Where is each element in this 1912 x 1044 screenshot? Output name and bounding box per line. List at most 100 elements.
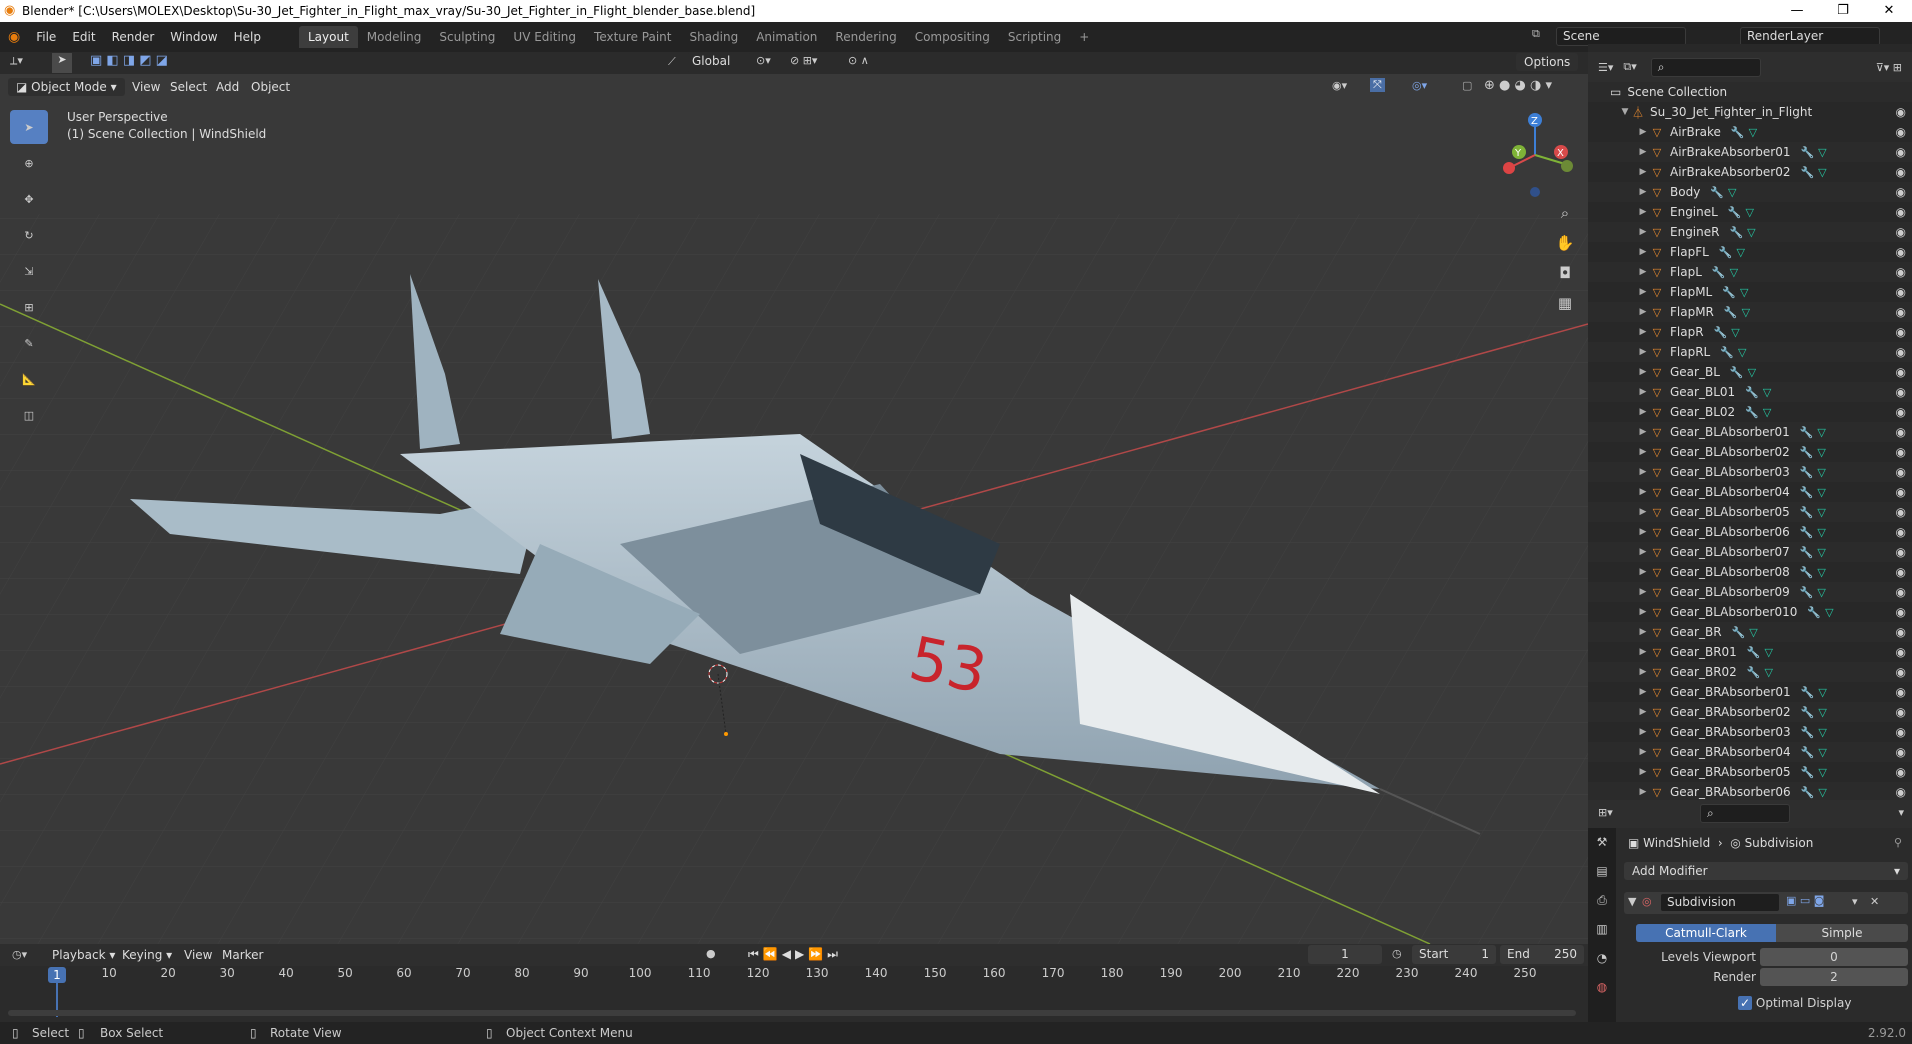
mesh-data-icon[interactable]: ▽ xyxy=(1825,606,1833,619)
expand-arrow-icon[interactable]: ▶ xyxy=(1636,307,1650,317)
modifier-wrench-icon[interactable]: 🔧 xyxy=(1801,706,1815,719)
outliner-item[interactable]: ▶ ▽ FlapR 🔧 ▽ ◉ xyxy=(1588,322,1912,342)
transform-tool-icon[interactable]: ⊞ xyxy=(10,290,48,324)
eye-icon[interactable]: ◉ xyxy=(1896,165,1906,179)
eye-icon[interactable]: ◉ xyxy=(1896,665,1906,679)
modifier-wrench-icon[interactable]: 🔧 xyxy=(1731,126,1745,139)
tool-select-icon[interactable]: ➤ xyxy=(52,53,72,73)
modifier-wrench-icon[interactable]: 🔧 xyxy=(1728,206,1742,219)
mesh-data-icon[interactable]: ▽ xyxy=(1731,326,1739,339)
mesh-data-icon[interactable]: ▽ xyxy=(1728,186,1736,199)
mesh-data-icon[interactable]: ▽ xyxy=(1749,626,1757,639)
mesh-data-icon[interactable]: ▽ xyxy=(1746,206,1754,219)
move-tool-icon[interactable]: ✥ xyxy=(10,182,48,216)
mesh-data-icon[interactable]: ▽ xyxy=(1738,346,1746,359)
filter-icon[interactable]: ⊽▾ ⊞ xyxy=(1876,61,1902,74)
options-dropdown[interactable]: Options xyxy=(1516,53,1579,71)
expand-arrow-icon[interactable]: ▶ xyxy=(1636,607,1650,617)
eye-icon[interactable]: ◉ xyxy=(1896,145,1906,159)
modifier-wrench-icon[interactable]: 🔧 xyxy=(1714,326,1728,339)
camera-view-icon[interactable]: ◘ xyxy=(1551,258,1579,288)
expand-arrow-icon[interactable]: ▶ xyxy=(1636,487,1650,497)
mesh-data-icon[interactable]: ▽ xyxy=(1817,566,1825,579)
modifier-name-field[interactable]: Subdivision xyxy=(1660,893,1780,912)
expand-arrow-icon[interactable]: ▶ xyxy=(1636,407,1650,417)
modifier-wrench-icon[interactable]: 🔧 xyxy=(1800,566,1814,579)
expand-arrow-icon[interactable]: ▶ xyxy=(1636,347,1650,357)
expand-arrow-icon[interactable]: ▶ xyxy=(1636,447,1650,457)
modifier-wrench-icon[interactable]: 🔧 xyxy=(1730,366,1744,379)
mesh-data-icon[interactable]: ▽ xyxy=(1730,266,1738,279)
expand-arrow-icon[interactable]: ▶ xyxy=(1636,527,1650,537)
modifier-visibility-icons[interactable]: ▣ ▭ ◙ xyxy=(1786,894,1824,907)
outliner-item[interactable]: ▶ ▽ Gear_BR01 🔧 ▽ ◉ xyxy=(1588,642,1912,662)
render-tab-icon[interactable]: ▤ xyxy=(1588,857,1616,886)
outliner-item[interactable]: ▶ ▽ Gear_BLAbsorber07 🔧 ▽ ◉ xyxy=(1588,542,1912,562)
outliner-collection-row[interactable]: ▼ ⏃ Su_30_Jet_Fighter_in_Flight ◉ xyxy=(1588,102,1912,122)
mesh-data-icon[interactable]: ▽ xyxy=(1818,766,1826,779)
eye-icon[interactable]: ◉ xyxy=(1896,485,1906,499)
render-levels-field[interactable]: 2 xyxy=(1760,968,1908,986)
outliner-item[interactable]: ▶ ▽ Gear_BLAbsorber02 🔧 ▽ ◉ xyxy=(1588,442,1912,462)
overlays-icon[interactable]: ◎▾ xyxy=(1412,79,1427,92)
expand-arrow-icon[interactable]: ▶ xyxy=(1636,147,1650,157)
expand-arrow-icon[interactable]: ▶ xyxy=(1636,227,1650,237)
eye-icon[interactable]: ◉ xyxy=(1896,645,1906,659)
maximize-button[interactable]: ❐ xyxy=(1820,0,1866,22)
eye-icon[interactable]: ◉ xyxy=(1896,265,1906,279)
modifier-wrench-icon[interactable]: 🔧 xyxy=(1800,466,1814,479)
eye-icon[interactable]: ◉ xyxy=(1896,605,1906,619)
modifier-wrench-icon[interactable]: 🔧 xyxy=(1800,526,1814,539)
modifier-wrench-icon[interactable]: 🔧 xyxy=(1801,726,1815,739)
mesh-data-icon[interactable]: ▽ xyxy=(1817,486,1825,499)
modifier-wrench-icon[interactable]: 🔧 xyxy=(1800,586,1814,599)
outliner-item[interactable]: ▶ ▽ Gear_BL02 🔧 ▽ ◉ xyxy=(1588,402,1912,422)
zoom-icon[interactable]: ⌕ xyxy=(1551,198,1579,228)
eye-icon[interactable]: ◉ xyxy=(1896,105,1906,119)
expand-arrow-icon[interactable]: ▶ xyxy=(1636,327,1650,337)
timeline-ruler[interactable]: 1 10 20 30 40 50 60 70 80 90 100 110 120 130 140 150 16… xyxy=(0,944,1588,1022)
modifier-wrench-icon[interactable]: 🔧 xyxy=(1724,306,1738,319)
mesh-data-icon[interactable]: ▽ xyxy=(1747,226,1755,239)
tab-texture-paint[interactable]: Texture Paint xyxy=(585,26,680,48)
eye-icon[interactable]: ◉ xyxy=(1896,205,1906,219)
eye-icon[interactable]: ◉ xyxy=(1896,705,1906,719)
mesh-data-icon[interactable]: ▽ xyxy=(1748,366,1756,379)
modifier-wrench-icon[interactable]: 🔧 xyxy=(1800,446,1814,459)
outliner-item[interactable]: ▶ ▽ Gear_BLAbsorber010 🔧 ▽ ◉ xyxy=(1588,602,1912,622)
scale-tool-icon[interactable]: ⇲ xyxy=(10,254,48,288)
mesh-data-icon[interactable]: ▽ xyxy=(1818,146,1826,159)
outliner-item[interactable]: ▶ ▽ Gear_BRAbsorber05 🔧 ▽ ◉ xyxy=(1588,762,1912,782)
simple-button[interactable]: Simple xyxy=(1776,924,1908,942)
outliner-item[interactable]: ▶ ▽ Body 🔧 ▽ ◉ xyxy=(1588,182,1912,202)
outliner-editor-icon[interactable]: ☰▾ xyxy=(1598,61,1613,74)
outliner-item[interactable]: ▶ ▽ FlapFL 🔧 ▽ ◉ xyxy=(1588,242,1912,262)
mesh-data-icon[interactable]: ▽ xyxy=(1740,286,1748,299)
outliner-item[interactable]: ▶ ▽ Gear_BLAbsorber04 🔧 ▽ ◉ xyxy=(1588,482,1912,502)
expand-arrow-icon[interactable]: ▶ xyxy=(1636,667,1650,677)
expand-arrow-icon[interactable]: ▶ xyxy=(1636,467,1650,477)
mesh-data-icon[interactable]: ▽ xyxy=(1763,406,1771,419)
eye-icon[interactable]: ◉ xyxy=(1896,505,1906,519)
mesh-data-icon[interactable]: ▽ xyxy=(1818,706,1826,719)
expand-arrow-icon[interactable]: ▶ xyxy=(1636,727,1650,737)
snap-icon[interactable]: ⊘ ⊞▾ xyxy=(790,54,817,67)
outliner-item[interactable]: ▶ ▽ AirBrakeAbsorber01 🔧 ▽ ◉ xyxy=(1588,142,1912,162)
modifier-wrench-icon[interactable]: 🔧 xyxy=(1719,246,1733,259)
collapse-arrow-icon[interactable]: ▼ xyxy=(1628,895,1636,908)
outliner-item[interactable]: ▶ ▽ Gear_BLAbsorber06 🔧 ▽ ◉ xyxy=(1588,522,1912,542)
output-tab-icon[interactable]: ⎙ xyxy=(1588,886,1616,915)
expand-arrow-icon[interactable]: ▶ xyxy=(1636,587,1650,597)
levels-viewport-field[interactable]: 0 xyxy=(1760,948,1908,966)
tab-shading[interactable]: Shading xyxy=(680,26,747,48)
mesh-data-icon[interactable]: ▽ xyxy=(1817,446,1825,459)
modifier-wrench-icon[interactable]: 🔧 xyxy=(1807,606,1821,619)
mesh-data-icon[interactable]: ▽ xyxy=(1817,426,1825,439)
mesh-data-icon[interactable]: ▽ xyxy=(1737,246,1745,259)
tab-animation[interactable]: Animation xyxy=(747,26,826,48)
eye-icon[interactable]: ◉ xyxy=(1896,785,1906,799)
outliner-item[interactable]: ▶ ▽ Gear_BR 🔧 ▽ ◉ xyxy=(1588,622,1912,642)
expand-arrow-icon[interactable]: ▼ xyxy=(1618,107,1632,117)
modifier-menu-icon[interactable]: ▾ xyxy=(1852,895,1858,908)
mesh-data-icon[interactable]: ▽ xyxy=(1818,686,1826,699)
